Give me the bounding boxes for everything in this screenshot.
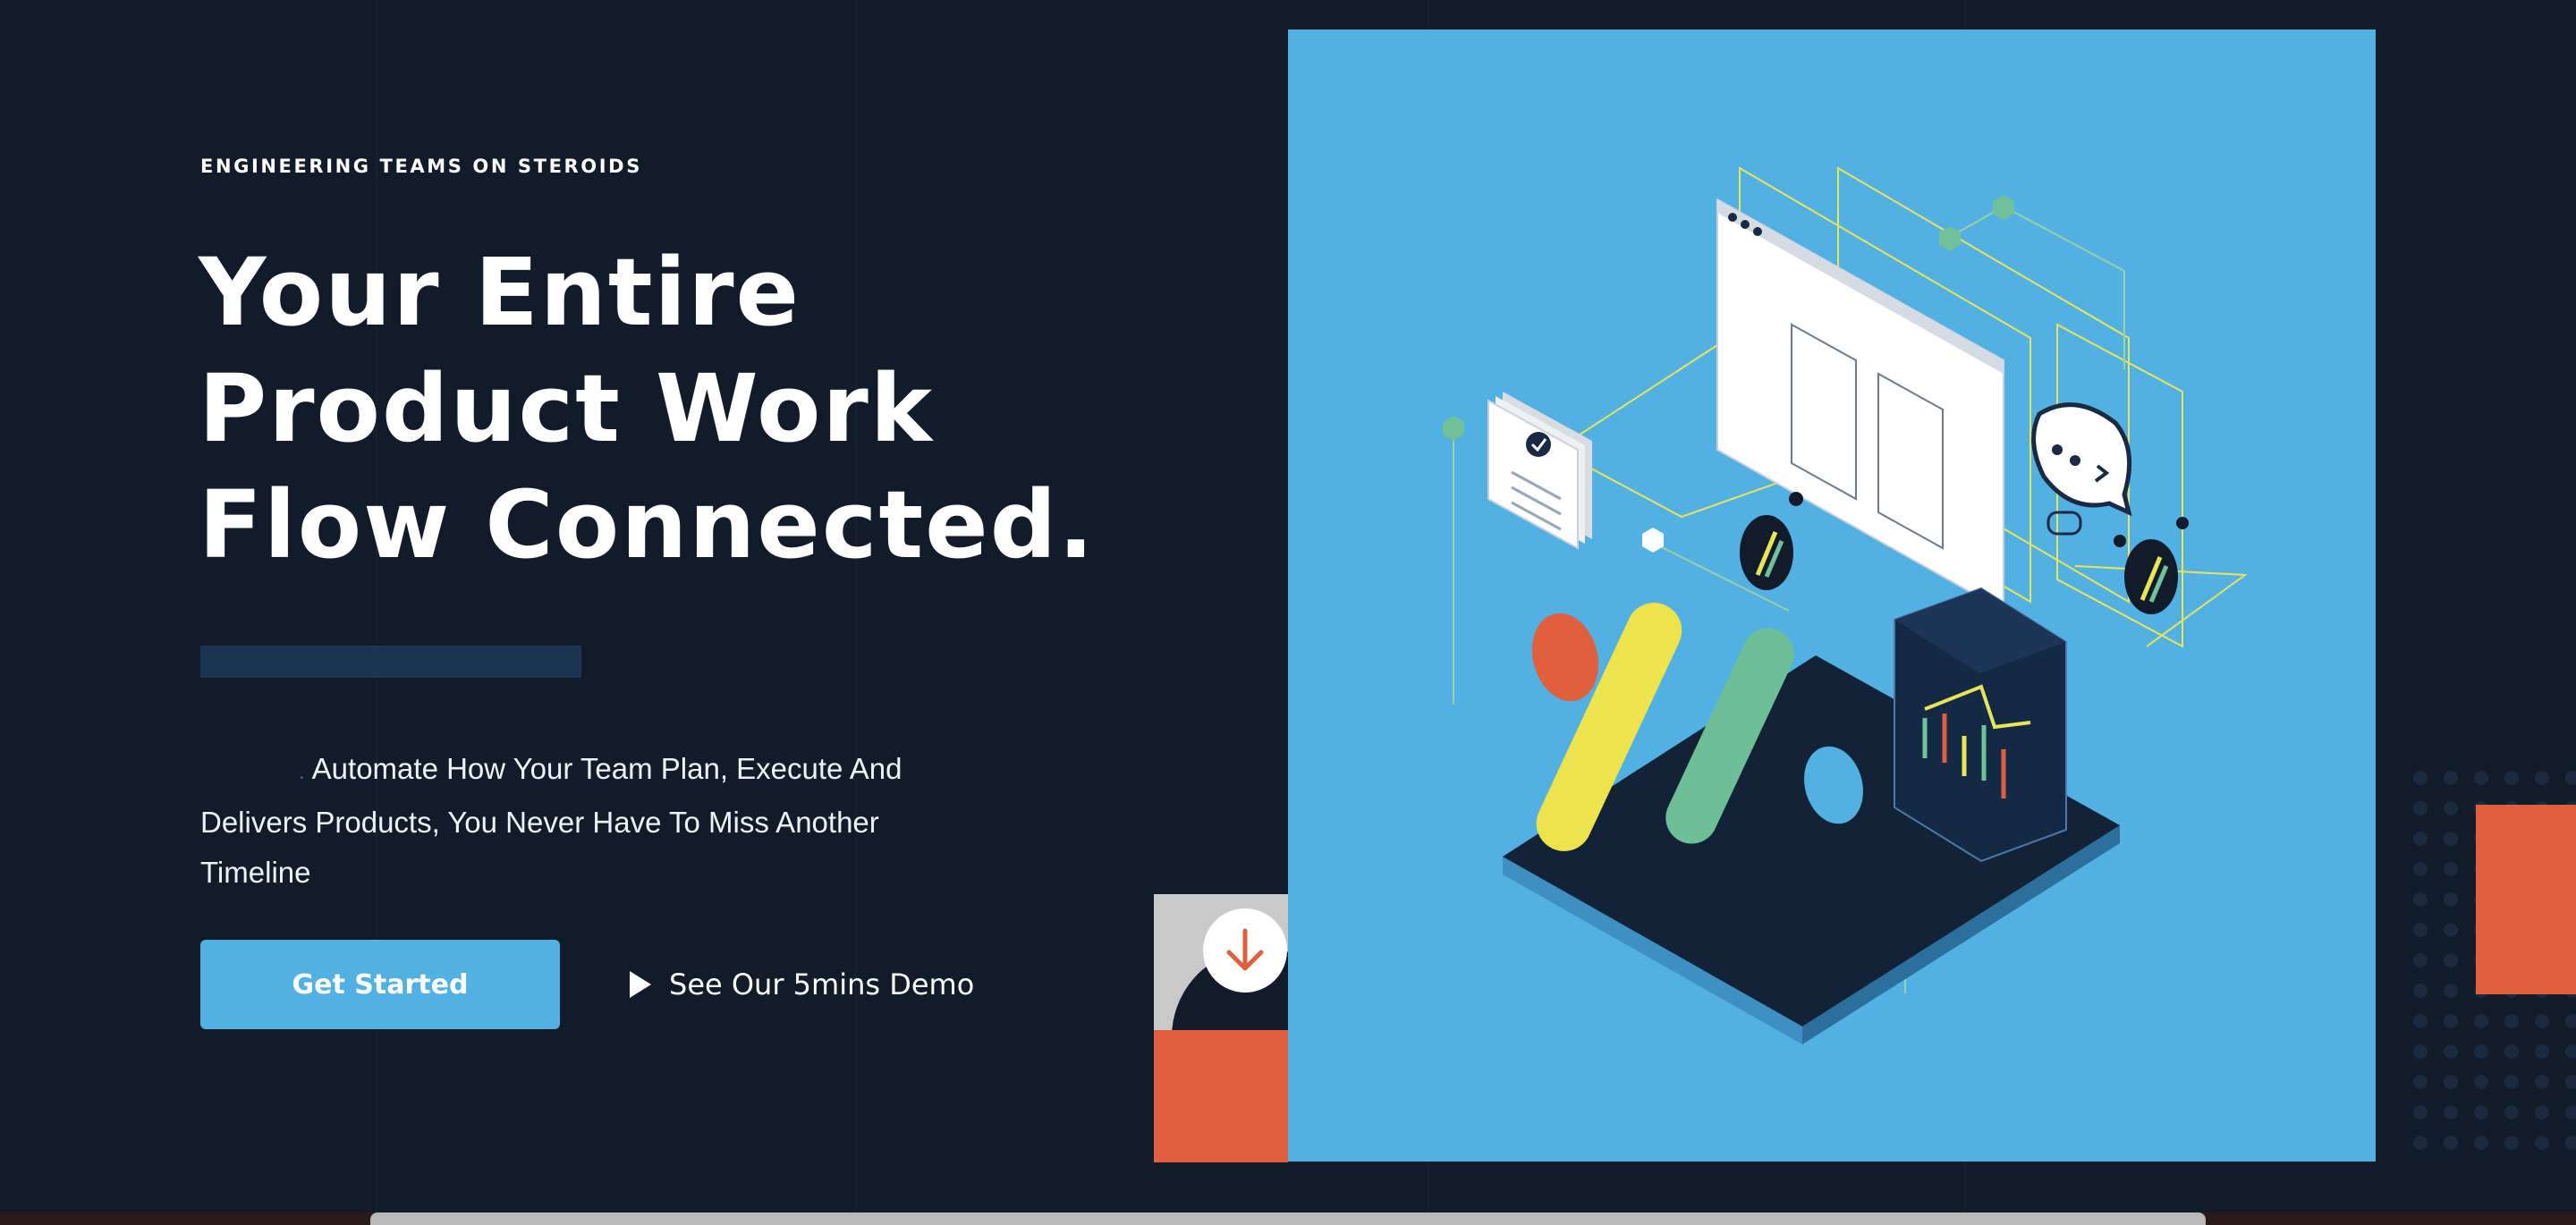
hero-illustration (1288, 30, 2376, 1162)
grid-line (376, 0, 377, 1225)
get-started-button[interactable]: Get Started (200, 940, 560, 1029)
hero-description-text: Automate How Your Team Plan, Execute And… (200, 752, 902, 889)
dot-icon: . (299, 760, 305, 784)
headline-line-2: Product Work (199, 354, 934, 463)
hero-description: . Automate How Your Team Plan, Execute An… (200, 744, 987, 898)
os-dock[interactable] (370, 1212, 2206, 1225)
play-icon (630, 971, 651, 998)
isometric-workflow-illustration (1443, 166, 2248, 1044)
see-demo-label: See Our 5mins Demo (669, 967, 975, 1001)
orange-decoration (2476, 805, 2576, 994)
grid-line (855, 0, 857, 1225)
hero-eyebrow: ENGINEERING TEAMS ON STEROIDS (200, 156, 642, 177)
scroll-down-button[interactable] (1203, 908, 1287, 993)
arrow-down-icon (1226, 928, 1264, 971)
accent-bar (200, 646, 581, 678)
hero-headline: Your Entire Product Work Flow Connected. (199, 234, 1096, 583)
headline-line-3: Flow Connected. (199, 470, 1096, 579)
see-demo-link[interactable]: See Our 5mins Demo (630, 964, 974, 1005)
headline-line-1: Your Entire (199, 238, 801, 347)
